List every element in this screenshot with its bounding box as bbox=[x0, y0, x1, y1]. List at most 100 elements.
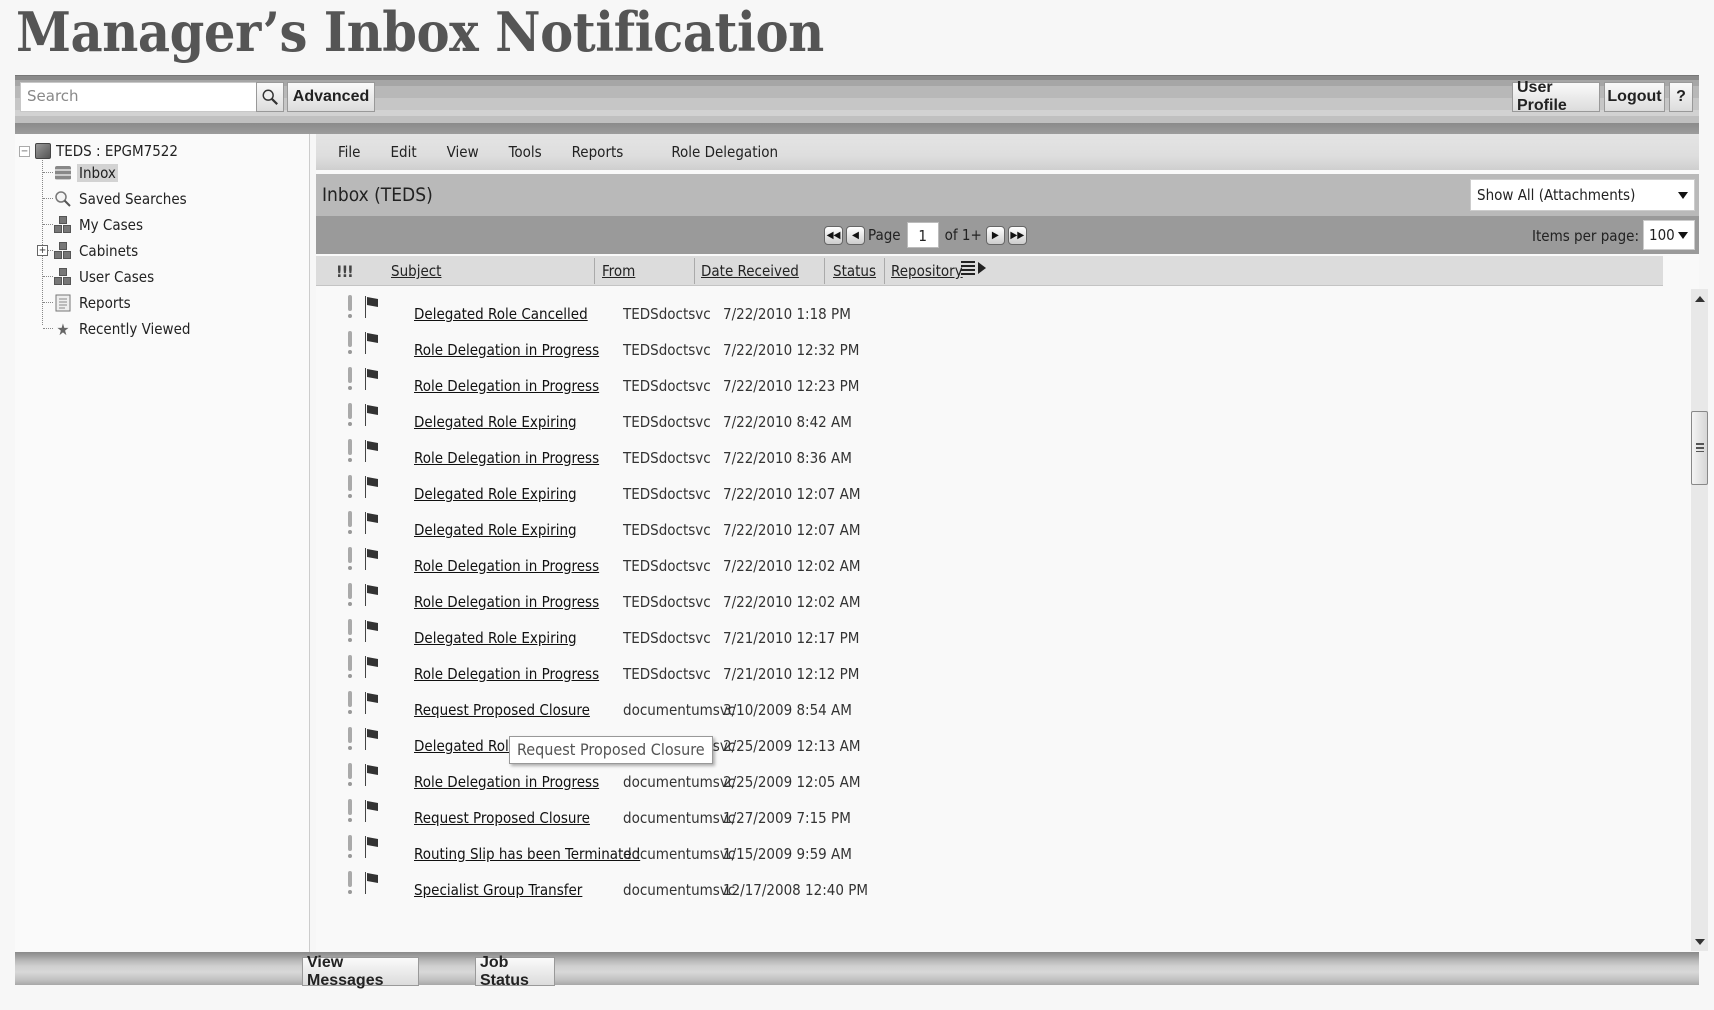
flag-icon[interactable] bbox=[365, 872, 379, 894]
column-date-received[interactable]: Date Received bbox=[701, 256, 799, 286]
table-row[interactable]: Routing Slip has been Terminated document… bbox=[316, 833, 1663, 869]
column-divider[interactable] bbox=[694, 258, 695, 284]
priority-icon[interactable] bbox=[348, 799, 352, 822]
column-status[interactable]: Status bbox=[833, 256, 876, 286]
flag-icon[interactable] bbox=[365, 620, 379, 642]
scrollbar-thumb[interactable] bbox=[1691, 411, 1708, 485]
table-row[interactable]: Delegated Role Expiring TEDSdoctsvc 7/21/2… bbox=[316, 617, 1663, 653]
row-subject[interactable]: Specialist Group Transfer bbox=[414, 881, 582, 899]
flag-icon[interactable] bbox=[365, 512, 379, 534]
prev-page-button[interactable]: ◀ bbox=[846, 225, 865, 245]
sidebar-item-reports[interactable]: Reports bbox=[43, 290, 192, 316]
search-button[interactable] bbox=[256, 82, 284, 112]
priority-icon[interactable] bbox=[348, 367, 352, 390]
priority-icon[interactable] bbox=[348, 763, 352, 786]
table-row[interactable]: Role Delegation in Progress TEDSdoctsvc 7/… bbox=[316, 365, 1663, 401]
flag-icon[interactable] bbox=[365, 368, 379, 390]
row-subject[interactable]: Routing Slip has been Terminated bbox=[414, 845, 640, 863]
page-number-input[interactable]: 1 bbox=[906, 222, 939, 248]
row-subject[interactable]: Delegated Role Expiring bbox=[414, 413, 577, 431]
row-subject[interactable]: Role Delegation in Progress bbox=[414, 593, 599, 611]
table-row[interactable]: Role Delegation in Progress documentumsvc… bbox=[316, 761, 1663, 797]
menu-file[interactable]: File bbox=[338, 143, 360, 161]
sidebar-item-cabinets[interactable]: + Cabinets bbox=[37, 238, 192, 264]
table-row[interactable]: Role Delegation in Progress TEDSdoctsvc 7/… bbox=[316, 653, 1663, 689]
sidebar-item-user-cases[interactable]: User Cases bbox=[43, 264, 192, 290]
flag-icon[interactable] bbox=[365, 404, 379, 426]
table-row[interactable]: Delegated Role Cancelled TEDSdoctsvc 7/22/… bbox=[316, 293, 1663, 329]
table-row[interactable]: Role Delegation in Progress TEDSdoctsvc 7/… bbox=[316, 329, 1663, 365]
flag-icon[interactable] bbox=[365, 440, 379, 462]
priority-icon[interactable] bbox=[348, 547, 352, 570]
table-row[interactable]: Role Delegation in Progress TEDSdoctsvc 7/… bbox=[316, 545, 1663, 581]
row-subject[interactable]: Request Proposed Closure bbox=[414, 809, 590, 827]
row-subject[interactable]: Delegated Role Expiring bbox=[414, 485, 577, 503]
flag-icon[interactable] bbox=[365, 800, 379, 822]
scroll-down-icon[interactable] bbox=[1695, 939, 1705, 945]
help-button[interactable]: ? bbox=[1669, 82, 1693, 112]
vertical-scrollbar[interactable] bbox=[1691, 289, 1708, 951]
priority-icon[interactable] bbox=[348, 403, 352, 426]
flag-icon[interactable] bbox=[365, 692, 379, 714]
row-subject[interactable]: Role Delegation in Progress bbox=[414, 341, 599, 359]
row-subject[interactable]: Delegated Role Expiring bbox=[414, 629, 577, 647]
flag-icon[interactable] bbox=[365, 476, 379, 498]
table-row[interactable]: Delegated Role Expiring TEDSdoctsvc 7/22/2… bbox=[316, 509, 1663, 545]
table-row[interactable]: Specialist Group Transfer documentumsvc 12… bbox=[316, 869, 1663, 905]
column-subject[interactable]: Subject bbox=[391, 256, 441, 286]
sidebar-item-saved-searches[interactable]: Saved Searches bbox=[43, 186, 192, 212]
flag-icon[interactable] bbox=[365, 836, 379, 858]
scroll-up-icon[interactable] bbox=[1695, 296, 1705, 302]
priority-icon[interactable] bbox=[348, 331, 352, 354]
advanced-search-button[interactable]: Advanced bbox=[287, 82, 375, 112]
column-chooser-button[interactable] bbox=[961, 261, 986, 275]
logout-button[interactable]: Logout bbox=[1604, 82, 1665, 112]
menu-view[interactable]: View bbox=[447, 143, 479, 161]
column-divider[interactable] bbox=[594, 258, 595, 284]
priority-icon[interactable] bbox=[348, 691, 352, 714]
flag-icon[interactable] bbox=[365, 656, 379, 678]
next-page-button[interactable]: ▶ bbox=[985, 225, 1005, 245]
row-subject[interactable]: Role Delegation in Progress bbox=[414, 377, 599, 395]
row-subject[interactable]: Role Delegation in Progress bbox=[414, 665, 599, 683]
items-per-page-dropdown[interactable]: 100 bbox=[1643, 220, 1695, 250]
view-messages-button[interactable]: View Messages bbox=[302, 954, 419, 989]
flag-icon[interactable] bbox=[365, 728, 379, 750]
row-subject[interactable]: Request Proposed Closure bbox=[414, 701, 590, 719]
user-profile-button[interactable]: User Profile bbox=[1512, 79, 1600, 114]
first-page-button[interactable]: ◀◀ bbox=[824, 225, 843, 245]
flag-icon[interactable] bbox=[365, 296, 379, 318]
table-row[interactable]: Delegated Role Expiring TEDSdoctsvc 7/22/2… bbox=[316, 473, 1663, 509]
menu-edit[interactable]: Edit bbox=[390, 143, 416, 161]
row-subject[interactable]: Role Delegation in Progress bbox=[414, 449, 599, 467]
last-page-button[interactable]: ▶▶ bbox=[1007, 225, 1027, 245]
collapse-icon[interactable]: − bbox=[19, 145, 30, 157]
priority-icon[interactable] bbox=[348, 511, 352, 534]
priority-icon[interactable] bbox=[348, 727, 352, 750]
menu-reports[interactable]: Reports bbox=[572, 143, 624, 161]
priority-icon[interactable] bbox=[348, 835, 352, 858]
priority-icon[interactable] bbox=[348, 655, 352, 678]
priority-icon[interactable] bbox=[348, 295, 352, 318]
table-row[interactable]: Delegated Role Expiring TEDSdoctsvc 7/22/2… bbox=[316, 401, 1663, 437]
flag-icon[interactable] bbox=[365, 548, 379, 570]
menu-role-delegation[interactable]: Role Delegation bbox=[671, 143, 778, 161]
column-divider[interactable] bbox=[884, 258, 885, 284]
tree-root[interactable]: − TEDS : EPGM7522 bbox=[19, 140, 178, 162]
job-status-button[interactable]: Job Status bbox=[475, 954, 555, 989]
search-input[interactable]: Search bbox=[20, 82, 258, 112]
priority-icon[interactable] bbox=[348, 439, 352, 462]
sidebar-item-recently-viewed[interactable]: ★ Recently Viewed bbox=[43, 316, 192, 342]
flag-icon[interactable] bbox=[365, 332, 379, 354]
row-subject[interactable]: Delegated Role Expiring bbox=[414, 521, 577, 539]
flag-icon[interactable] bbox=[365, 764, 379, 786]
row-subject[interactable]: Role Delegation in Progress bbox=[414, 557, 599, 575]
row-subject[interactable]: Role Delegation in Progress bbox=[414, 773, 599, 791]
column-from[interactable]: From bbox=[602, 256, 635, 286]
sidebar-item-inbox[interactable]: Inbox bbox=[43, 160, 192, 186]
menu-tools[interactable]: Tools bbox=[509, 143, 542, 161]
priority-icon[interactable] bbox=[348, 583, 352, 606]
column-divider[interactable] bbox=[824, 258, 825, 284]
priority-icon[interactable] bbox=[348, 619, 352, 642]
filter-dropdown[interactable]: Show All (Attachments) bbox=[1470, 179, 1695, 211]
